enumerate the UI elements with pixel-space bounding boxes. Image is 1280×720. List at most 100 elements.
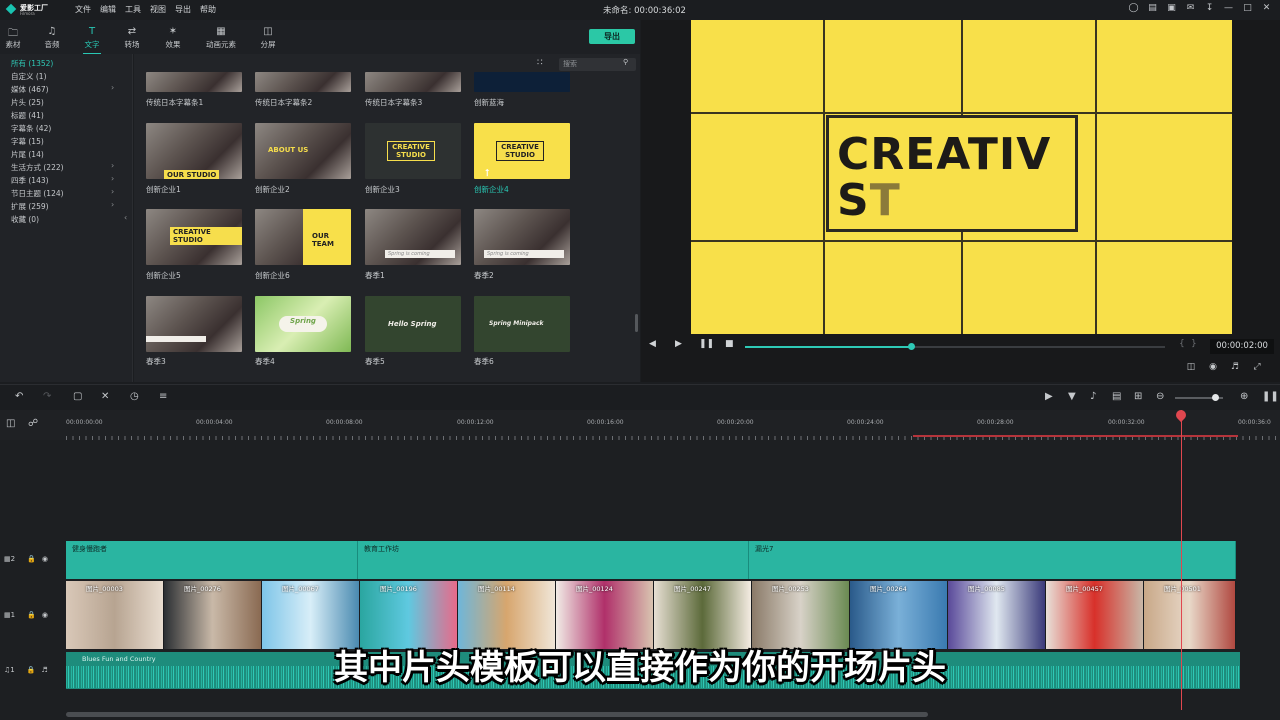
video-clip[interactable]: 图片_00085 <box>948 581 1046 649</box>
minimize-icon[interactable]: — <box>1219 3 1238 17</box>
add-track-icon[interactable]: ◫ <box>6 418 15 429</box>
chevron-left-icon[interactable]: ‹ <box>124 213 127 222</box>
render-icon[interactable]: ▶ <box>1045 391 1053 402</box>
panel-toggle-icon[interactable]: ❚❚ <box>1262 391 1279 402</box>
category-favorites[interactable]: 收藏 (0) <box>11 214 39 225</box>
pause-icon[interactable]: ❚❚ <box>699 339 714 349</box>
title-clip[interactable]: 漏光7 <box>749 541 1236 579</box>
playback-progress[interactable] <box>745 343 1165 350</box>
thumbnail[interactable] <box>146 296 242 352</box>
zoom-out-icon[interactable]: ⊖ <box>1156 391 1164 402</box>
category-lifestyle[interactable]: 生活方式 (222) <box>11 162 64 173</box>
thumbnail[interactable]: Spring <box>255 296 351 352</box>
search-input[interactable]: 搜索 ⚲ <box>559 58 636 71</box>
video-clip[interactable]: 图片_00247 <box>654 581 752 649</box>
title-box[interactable]: CREATIV ST <box>826 115 1078 232</box>
tab-transition[interactable]: ⇄ 转场 <box>114 26 150 50</box>
cart-icon[interactable]: ▤ <box>1143 3 1162 17</box>
category-lower-thirds[interactable]: 字幕条 (42) <box>11 123 51 134</box>
chevron-right-icon[interactable]: › <box>111 200 114 209</box>
chevron-right-icon[interactable]: › <box>111 174 114 183</box>
timeline-scrollbar[interactable] <box>66 712 928 717</box>
thumbnail[interactable] <box>365 72 461 92</box>
video-clip[interactable]: 图片_00457 <box>1046 581 1144 649</box>
title-clip[interactable]: 健身慢跑者 <box>66 541 358 579</box>
category-all[interactable]: 所有 (1352) <box>11 58 53 69</box>
video-clip[interactable]: 图片_00264 <box>850 581 948 649</box>
speed-icon[interactable]: ◷ <box>130 391 139 402</box>
thumbnail[interactable]: CREATIVE STUDIO <box>365 123 461 179</box>
step-back-icon[interactable]: ◀ <box>649 339 658 349</box>
thumbnail[interactable]: OUR STUDIO <box>146 123 242 179</box>
menu-view[interactable]: 视图 <box>150 4 166 15</box>
category-credits[interactable]: 片尾 (14) <box>11 149 44 160</box>
category-subtitles[interactable]: 字幕 (15) <box>11 136 44 147</box>
chevron-right-icon[interactable]: › <box>111 161 114 170</box>
tab-media[interactable]: 🗀 素材 <box>0 26 31 50</box>
gift-icon[interactable]: ▣ <box>1162 3 1181 17</box>
close-icon[interactable]: ✕ <box>1257 3 1276 17</box>
thumbnail[interactable] <box>146 72 242 92</box>
display-icon[interactable]: ◫ <box>1180 362 1202 372</box>
mark-out-icon[interactable]: } <box>1191 339 1197 349</box>
video-clip[interactable]: 图片_00114 <box>458 581 556 649</box>
video-clip[interactable]: 图片_00067 <box>262 581 360 649</box>
thumbnail[interactable]: ABOUT US <box>255 123 351 179</box>
zoom-in-icon[interactable]: ⊕ <box>1240 391 1248 402</box>
menu-tools[interactable]: 工具 <box>125 4 141 15</box>
fullscreen-icon[interactable]: ⤢ <box>1246 362 1268 372</box>
adjust-icon[interactable]: ≡ <box>159 391 167 402</box>
undo-icon[interactable]: ↶ <box>15 391 23 402</box>
mail-icon[interactable]: ✉ <box>1181 3 1200 17</box>
eye-icon[interactable]: ◉ <box>42 555 48 563</box>
video-clip[interactable]: 图片_00276 <box>164 581 262 649</box>
category-titles[interactable]: 标题 (41) <box>11 110 44 121</box>
tab-audio[interactable]: ♫ 音频 <box>34 26 70 50</box>
menu-edit[interactable]: 编辑 <box>100 4 116 15</box>
chevron-right-icon[interactable]: › <box>111 187 114 196</box>
thumbnail[interactable] <box>255 72 351 92</box>
category-custom[interactable]: 自定义 (1) <box>11 71 47 82</box>
progress-handle[interactable] <box>908 343 915 350</box>
mixer-icon[interactable]: ▤ <box>1112 391 1121 402</box>
chevron-right-icon[interactable]: › <box>111 83 114 92</box>
category-extensions[interactable]: 扩展 (259) <box>11 201 49 212</box>
thumbnail[interactable]: Spring is coming <box>365 209 461 265</box>
delete-icon[interactable]: ▢ <box>73 391 82 402</box>
category-opener[interactable]: 片头 (25) <box>11 97 44 108</box>
play-icon[interactable]: ▶ <box>675 339 682 349</box>
account-icon[interactable]: ◯ <box>1124 3 1143 17</box>
video-clip[interactable]: 图片_00003 <box>66 581 164 649</box>
tab-text[interactable]: T 文字 <box>74 26 110 55</box>
grid-view-icon[interactable]: ∷ <box>537 58 549 70</box>
thumbnail[interactable]: CREATIVE STUDIO <box>146 209 242 265</box>
menu-file[interactable]: 文件 <box>75 4 91 15</box>
thumbnail[interactable]: OUR TEAM <box>255 209 351 265</box>
thumbnail[interactable]: Spring Minipack <box>474 296 570 352</box>
volume-icon[interactable]: ♬ <box>1224 362 1246 372</box>
download-icon[interactable]: ↧ <box>1200 3 1219 17</box>
redo-icon[interactable]: ↷ <box>43 391 51 402</box>
marker-icon[interactable]: ▼ <box>1068 391 1076 402</box>
menu-help[interactable]: 帮助 <box>200 4 216 15</box>
video-clip[interactable]: 图片_00196 <box>360 581 458 649</box>
category-seasons[interactable]: 四季 (143) <box>11 175 49 186</box>
category-media[interactable]: 媒体 (467) <box>11 84 49 95</box>
category-holidays[interactable]: 节日主题 (124) <box>11 188 64 199</box>
eye-icon[interactable]: ◉ <box>42 611 48 619</box>
export-button[interactable]: 导出 <box>589 29 635 44</box>
zoom-slider-handle[interactable] <box>1212 394 1219 401</box>
cut-icon[interactable]: ✕ <box>101 391 109 402</box>
maximize-icon[interactable]: □ <box>1238 3 1257 17</box>
snap-icon[interactable]: ⊞ <box>1134 391 1142 402</box>
browser-scrollbar[interactable] <box>635 314 638 332</box>
thumbnail[interactable] <box>474 72 570 92</box>
menu-export[interactable]: 导出 <box>175 4 191 15</box>
thumbnail[interactable]: Spring is coming <box>474 209 570 265</box>
tab-effects[interactable]: ✶ 效果 <box>155 26 191 50</box>
tab-elements[interactable]: ▦ 动画元素 <box>203 26 239 50</box>
thumbnail[interactable]: Hello Spring <box>365 296 461 352</box>
lock-icon[interactable]: 🔒 <box>27 611 36 619</box>
tab-split-screen[interactable]: ◫ 分屏 <box>250 26 286 50</box>
link-icon[interactable]: ☍ <box>28 418 38 429</box>
